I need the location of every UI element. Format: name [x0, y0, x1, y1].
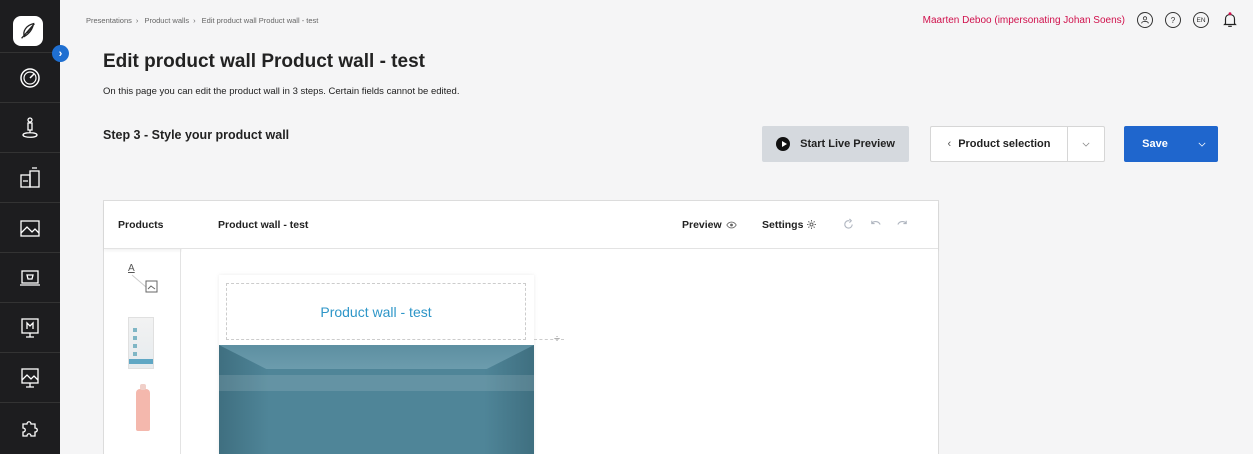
sidebar-item-shop-screen[interactable]	[0, 252, 60, 302]
breadcrumb-presentations[interactable]: Presentations	[86, 16, 132, 25]
sidebar: ›	[0, 0, 69, 454]
user-name[interactable]: Maarten Deboo (impersonating Johan Soens…	[923, 15, 1125, 26]
save-button[interactable]: Save	[1124, 138, 1186, 150]
notification-bell-icon[interactable]	[1221, 11, 1239, 29]
sidebar-item-dashboard[interactable]	[0, 52, 60, 102]
presenter-icon	[22, 116, 38, 138]
product-thumbnail[interactable]	[136, 384, 150, 431]
products-icon	[20, 166, 40, 188]
chevron-down-icon	[1082, 142, 1090, 147]
settings-toggle[interactable]: Settings	[762, 218, 817, 231]
sidebar-item-products[interactable]	[0, 152, 60, 202]
start-live-preview-button[interactable]: Start Live Preview	[762, 126, 909, 162]
product-selection-button[interactable]: ‹ Product selection	[931, 127, 1068, 161]
page-subtitle: On this page you can edit the product wa…	[103, 86, 460, 97]
help-icon[interactable]: ?	[1165, 12, 1181, 28]
redo-icon[interactable]	[896, 218, 909, 231]
product-thumbnail[interactable]	[128, 317, 154, 369]
breadcrumb-product-walls[interactable]: Product walls	[144, 16, 189, 25]
gear-icon	[807, 220, 817, 229]
undo-icon[interactable]	[869, 218, 882, 231]
image-gallery-icon	[20, 219, 40, 237]
user-area: Maarten Deboo (impersonating Johan Soens…	[923, 11, 1239, 29]
sidebar-item-gallery[interactable]	[0, 202, 60, 252]
editor-header: Products Product wall - test Preview Set…	[104, 201, 938, 249]
text-image-tool[interactable]: A	[126, 263, 160, 297]
start-live-preview-label: Start Live Preview	[800, 138, 895, 150]
app-logo[interactable]	[13, 16, 43, 46]
settings-label: Settings	[762, 218, 804, 231]
eye-icon	[726, 221, 737, 228]
shop-screen-icon	[20, 269, 40, 286]
refresh-icon[interactable]	[842, 218, 855, 231]
page-title: Edit product wall Product wall - test	[103, 51, 425, 72]
wall-preview: Product wall - test	[219, 275, 534, 454]
resize-handle-icon[interactable]: ÷	[554, 333, 560, 345]
image-tool-icon	[131, 274, 158, 293]
sidebar-item-display[interactable]	[0, 302, 60, 352]
save-dropdown[interactable]	[1186, 139, 1218, 149]
product-wall-editor: Products Product wall - test Preview Set…	[103, 200, 939, 454]
sidebar-item-plugins[interactable]	[0, 402, 60, 452]
breadcrumb: Presentations › Product walls › Edit produ…	[86, 16, 319, 25]
chevron-down-icon	[1198, 142, 1206, 147]
product-selection-label: Product selection	[958, 138, 1051, 150]
product-selection-dropdown[interactable]	[1068, 142, 1104, 147]
display-m-icon	[21, 317, 39, 338]
history-tools	[842, 218, 909, 231]
sidebar-item-presentation[interactable]	[0, 352, 60, 402]
sidebar-item-presenter[interactable]	[0, 102, 60, 152]
wall-title-block[interactable]: Product wall - test	[226, 283, 526, 340]
sidebar-expand-button[interactable]: ›	[52, 45, 69, 62]
products-panel-title: Products	[118, 218, 164, 231]
products-panel: A	[104, 249, 181, 454]
wall-background[interactable]	[219, 345, 534, 454]
preview-toggle[interactable]: Preview	[682, 219, 737, 231]
preview-label: Preview	[682, 218, 722, 231]
step-title: Step 3 - Style your product wall	[103, 128, 290, 142]
presentation-icon	[21, 367, 39, 388]
play-icon	[776, 137, 791, 151]
dashboard-icon	[20, 67, 40, 88]
breadcrumb-current: Edit product wall Product wall - test	[201, 16, 319, 25]
language-icon[interactable]: EN	[1193, 12, 1209, 28]
wall-name: Product wall - test	[218, 218, 309, 231]
impersonate-icon[interactable]	[1137, 12, 1153, 28]
puzzle-icon	[22, 420, 38, 437]
wall-canvas: Product wall - test ÷	[182, 249, 938, 454]
product-selection-button-group: ‹ Product selection	[930, 126, 1105, 162]
chevron-left-icon: ‹	[947, 138, 952, 150]
save-button-group: Save	[1124, 126, 1218, 162]
